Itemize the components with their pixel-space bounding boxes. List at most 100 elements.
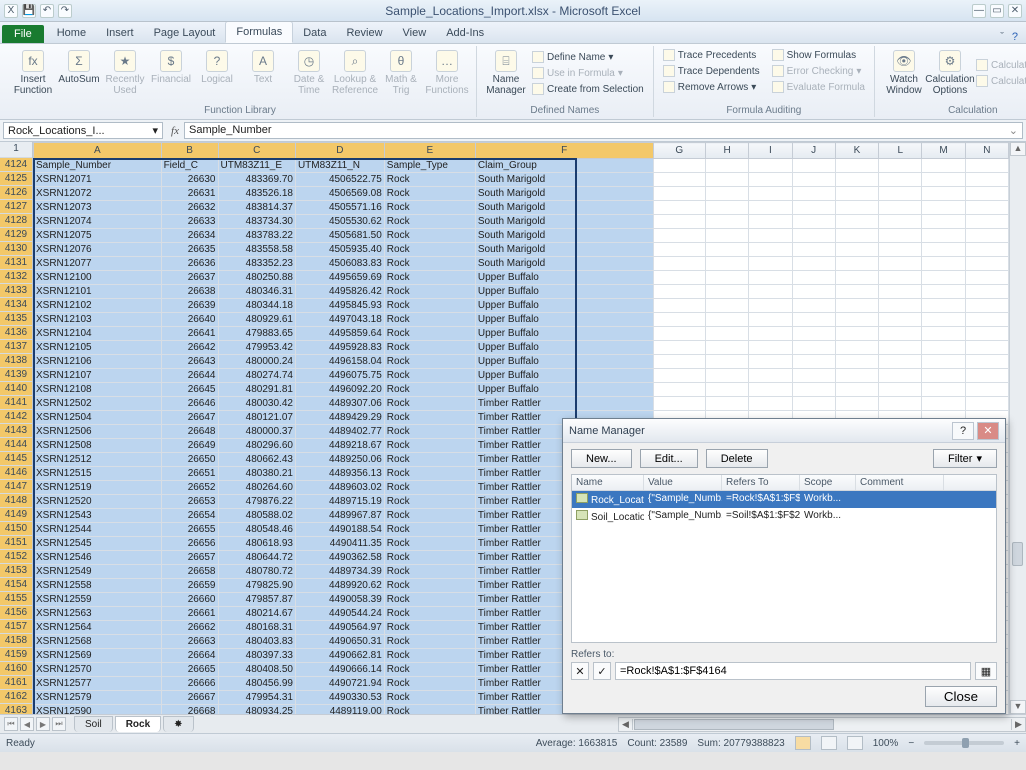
cell[interactable]: 4489250.06 (295, 453, 384, 467)
range-picker-icon[interactable]: ▦ (975, 662, 997, 680)
cell[interactable]: XSRN12075 (34, 229, 162, 243)
cell[interactable]: 26651 (161, 467, 218, 481)
cell[interactable] (792, 229, 835, 243)
cell[interactable] (749, 285, 792, 299)
define-name-button[interactable]: Define Name ▾ (529, 50, 647, 64)
cell[interactable] (792, 159, 835, 173)
cell[interactable] (965, 383, 1008, 397)
cell[interactable] (922, 327, 965, 341)
cell[interactable]: XSRN12564 (34, 621, 162, 635)
cell[interactable]: 4490662.81 (295, 649, 384, 663)
row-header[interactable]: 4139 (0, 368, 32, 382)
cell[interactable]: 4495845.93 (295, 299, 384, 313)
cell[interactable]: Rock (384, 327, 475, 341)
cell[interactable]: 26634 (161, 229, 218, 243)
cell[interactable]: XSRN12101 (34, 285, 162, 299)
row-header[interactable]: 1 (0, 142, 32, 158)
cell[interactable]: 4490650.31 (295, 635, 384, 649)
row-header[interactable]: 4144 (0, 438, 32, 452)
cell[interactable] (835, 257, 878, 271)
dialog-titlebar[interactable]: Name Manager ? ✕ (563, 419, 1005, 443)
cell[interactable] (879, 243, 922, 257)
cell[interactable]: South Marigold (475, 201, 653, 215)
scroll-left-icon[interactable]: ◀ (619, 719, 633, 730)
cell[interactable]: XSRN12502 (34, 397, 162, 411)
delete-name-button[interactable]: Delete (706, 449, 768, 468)
cell[interactable]: 4490330.53 (295, 691, 384, 705)
cell[interactable]: 26655 (161, 523, 218, 537)
cell[interactable]: Rock (384, 257, 475, 271)
cell[interactable]: Rock (384, 495, 475, 509)
cell[interactable] (879, 299, 922, 313)
row-header[interactable]: 4129 (0, 228, 32, 242)
cell[interactable]: 4505571.16 (295, 201, 384, 215)
cell[interactable] (879, 369, 922, 383)
col-header[interactable]: I (749, 143, 792, 159)
cell[interactable]: Rock (384, 467, 475, 481)
cell[interactable]: 483734.30 (218, 215, 295, 229)
cell[interactable]: 26636 (161, 257, 218, 271)
cell[interactable]: Rock (384, 481, 475, 495)
dialog-close-icon[interactable]: ✕ (977, 422, 999, 440)
col-header[interactable]: J (792, 143, 835, 159)
tab-view[interactable]: View (393, 23, 437, 43)
cell[interactable]: Upper Buffalo (475, 355, 653, 369)
cell[interactable]: South Marigold (475, 243, 653, 257)
cell[interactable]: 26641 (161, 327, 218, 341)
cell[interactable]: Rock (384, 537, 475, 551)
zoom-in-icon[interactable]: + (1014, 738, 1020, 749)
cell[interactable]: 480214.67 (218, 607, 295, 621)
cell[interactable]: 4489715.19 (295, 495, 384, 509)
cell[interactable]: Rock (384, 509, 475, 523)
cell[interactable]: 26635 (161, 243, 218, 257)
cell[interactable] (749, 257, 792, 271)
cell[interactable]: Upper Buffalo (475, 271, 653, 285)
cell[interactable]: Rock (384, 299, 475, 313)
cell[interactable] (792, 383, 835, 397)
cell[interactable]: XSRN12074 (34, 215, 162, 229)
cell[interactable]: 4490362.58 (295, 551, 384, 565)
cell[interactable] (965, 355, 1008, 369)
cell[interactable] (653, 285, 705, 299)
cell[interactable]: South Marigold (475, 229, 653, 243)
financial-button[interactable]: $Financial (148, 48, 194, 98)
error-checking-button[interactable]: Error Checking ▾ (769, 64, 868, 78)
cell[interactable]: 26640 (161, 313, 218, 327)
cell[interactable]: 480250.88 (218, 271, 295, 285)
cell[interactable]: Rock (384, 621, 475, 635)
tab-file[interactable]: File (2, 25, 44, 43)
cell[interactable] (749, 229, 792, 243)
cell[interactable]: Rock (384, 285, 475, 299)
cell[interactable] (835, 243, 878, 257)
cell[interactable] (705, 313, 748, 327)
autosum-button[interactable]: ΣAutoSum (56, 48, 102, 98)
cell[interactable] (705, 229, 748, 243)
cell[interactable]: 4506522.75 (295, 173, 384, 187)
calc-options-button[interactable]: ⚙Calculation Options (927, 48, 973, 98)
cell[interactable] (879, 173, 922, 187)
cell[interactable] (653, 355, 705, 369)
col-header[interactable]: M (922, 143, 965, 159)
cell[interactable] (922, 187, 965, 201)
view-page-break-icon[interactable] (847, 736, 863, 750)
name-list-row[interactable]: Soil_Locatio...{"Sample_Numb...=Soil!$A$… (572, 508, 996, 525)
col-header[interactable]: C (218, 143, 295, 159)
row-header[interactable]: 4157 (0, 620, 32, 634)
cell[interactable] (653, 201, 705, 215)
cell[interactable]: 26643 (161, 355, 218, 369)
name-manager-button[interactable]: ⌸Name Manager (483, 48, 529, 98)
create-from-selection-button[interactable]: Create from Selection (529, 82, 647, 96)
cell[interactable] (705, 215, 748, 229)
cell[interactable] (705, 187, 748, 201)
cell[interactable]: 479953.42 (218, 341, 295, 355)
cell[interactable] (922, 215, 965, 229)
cell[interactable]: Rock (384, 691, 475, 705)
cell[interactable]: 4495659.69 (295, 271, 384, 285)
col-scope[interactable]: Scope (800, 475, 856, 490)
cell[interactable]: 480380.21 (218, 467, 295, 481)
calculate-sheet-button[interactable]: Calculate Sheet (973, 74, 1026, 88)
cell[interactable]: 483352.23 (218, 257, 295, 271)
formula-bar[interactable]: Sample_Number⌄ (184, 122, 1023, 139)
cell[interactable] (705, 341, 748, 355)
cell[interactable] (653, 187, 705, 201)
